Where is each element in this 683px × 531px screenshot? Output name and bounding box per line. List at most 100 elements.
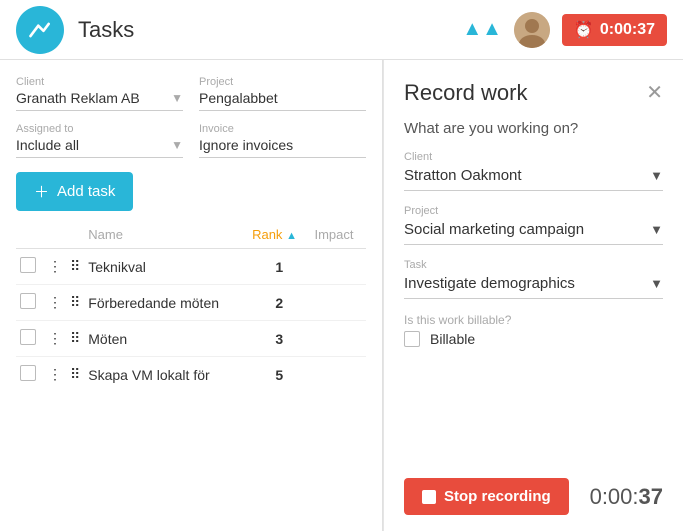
assigned-filter-arrow: ▼ [171,138,183,152]
row-dots[interactable]: ⋮ [44,249,66,285]
record-project-field: Project Social marketing campaign ▼ [404,205,663,245]
timer-prefix: 0:00: [590,484,639,509]
header-actions: ▲▲ ⏰ 0:00:37 [462,12,667,48]
header-timer[interactable]: ⏰ 0:00:37 [562,14,667,46]
row-checkbox[interactable] [20,365,36,381]
record-panel: Record work ✕ What are you working on? C… [383,60,683,531]
record-task-arrow: ▼ [650,276,663,291]
row-impact [310,249,366,285]
table-row: ⋮ ⠿ Förberedande möten 2 [16,285,366,321]
invoice-filter-label: Invoice [199,123,366,135]
client-filter-select[interactable]: Granath Reklam AB ▼ [16,90,183,111]
project-filter-value: Pengalabbet [199,90,278,106]
task-table: Name Rank ▲ Impact ⋮ ⠿ Teknikval 1 [16,221,366,392]
col-drag [66,221,84,249]
row-checkbox-cell [16,357,44,393]
row-name: Skapa VM lokalt för [84,357,248,393]
row-name: Teknikval [84,249,248,285]
client-filter-label: Client [16,76,183,88]
row-checkbox[interactable] [20,257,36,273]
col-dots [44,221,66,249]
page-title: Tasks [78,17,462,43]
record-client-label: Client [404,151,663,163]
record-project-value: Social marketing campaign [404,221,584,238]
billable-checkbox[interactable] [404,331,420,347]
header-timer-display: 0:00:37 [600,21,655,39]
project-filter-select[interactable]: Pengalabbet [199,90,366,111]
row-impact [310,357,366,393]
close-button[interactable]: ✕ [646,83,663,103]
plus-icon: ＋ [34,181,49,202]
add-task-button[interactable]: ＋ Add task [16,172,133,211]
row-dots[interactable]: ⋮ [44,285,66,321]
panel-title: Record work [404,80,527,106]
add-task-label: Add task [57,183,115,200]
row-drag[interactable]: ⠿ [66,285,84,321]
panel-header: Record work ✕ [404,80,663,106]
rank-sort-arrow: ▲ [286,230,297,242]
record-project-select[interactable]: Social marketing campaign ▼ [404,221,663,245]
invoice-filter-value: Ignore invoices [199,137,293,153]
project-filter: Project Pengalabbet [199,76,366,111]
billable-section-label: Is this work billable? [404,313,663,327]
record-client-field: Client Stratton Oakmont ▼ [404,151,663,191]
client-filter-arrow: ▼ [171,91,183,105]
row-checkbox[interactable] [20,293,36,309]
row-checkbox[interactable] [20,329,36,345]
assigned-filter-value: Include all [16,137,79,153]
row-rank: 1 [248,249,310,285]
project-filter-label: Project [199,76,366,88]
record-task-select[interactable]: Investigate demographics ▼ [404,275,663,299]
avatar[interactable] [514,12,550,48]
billable-row: Billable [404,331,663,347]
client-filter-value: Granath Reklam AB [16,90,140,106]
invoice-filter-select[interactable]: Ignore invoices [199,137,366,158]
mountain-icon[interactable]: ▲▲ [462,18,502,41]
filter-row-2: Assigned to Include all ▼ Invoice Ignore… [16,123,366,158]
row-drag[interactable]: ⠿ [66,321,84,357]
row-impact [310,285,366,321]
stop-row: Stop recording 0:00:37 [404,478,663,515]
client-filter: Client Granath Reklam AB ▼ [16,76,183,111]
stop-recording-button[interactable]: Stop recording [404,478,569,515]
app-logo [16,6,64,54]
row-dots[interactable]: ⋮ [44,357,66,393]
row-dots[interactable]: ⋮ [44,321,66,357]
table-row: ⋮ ⠿ Möten 3 [16,321,366,357]
col-rank-header[interactable]: Rank ▲ [248,221,310,249]
record-client-select[interactable]: Stratton Oakmont ▼ [404,167,663,191]
row-checkbox-cell [16,285,44,321]
working-on-label: What are you working on? [404,120,663,137]
row-impact [310,321,366,357]
main-content: Client Granath Reklam AB ▼ Project Penga… [0,60,683,531]
stop-button-label: Stop recording [444,488,551,505]
record-client-value: Stratton Oakmont [404,167,522,184]
filter-row-1: Client Granath Reklam AB ▼ Project Penga… [16,76,366,111]
row-name: Möten [84,321,248,357]
table-row: ⋮ ⠿ Teknikval 1 [16,249,366,285]
row-rank: 5 [248,357,310,393]
invoice-filter: Invoice Ignore invoices [199,123,366,158]
record-task-value: Investigate demographics [404,275,575,292]
record-project-arrow: ▼ [650,222,663,237]
col-impact-header: Impact [310,221,366,249]
row-checkbox-cell [16,249,44,285]
billable-text: Billable [430,331,475,347]
record-task-label: Task [404,259,663,271]
assigned-filter: Assigned to Include all ▼ [16,123,183,158]
row-rank: 2 [248,285,310,321]
row-drag[interactable]: ⠿ [66,357,84,393]
alarm-icon: ⏰ [574,20,594,40]
billable-section: Is this work billable? Billable [404,313,663,347]
row-drag[interactable]: ⠿ [66,249,84,285]
table-row: ⋮ ⠿ Skapa VM lokalt för 5 [16,357,366,393]
left-panel: Client Granath Reklam AB ▼ Project Penga… [0,60,383,531]
col-name-header[interactable]: Name [84,221,248,249]
stop-icon [422,490,436,504]
assigned-filter-select[interactable]: Include all ▼ [16,137,183,158]
assigned-filter-label: Assigned to [16,123,183,135]
record-client-arrow: ▼ [650,168,663,183]
timer-seconds: 37 [639,484,663,509]
record-project-label: Project [404,205,663,217]
panel-timer: 0:00:37 [590,484,663,510]
